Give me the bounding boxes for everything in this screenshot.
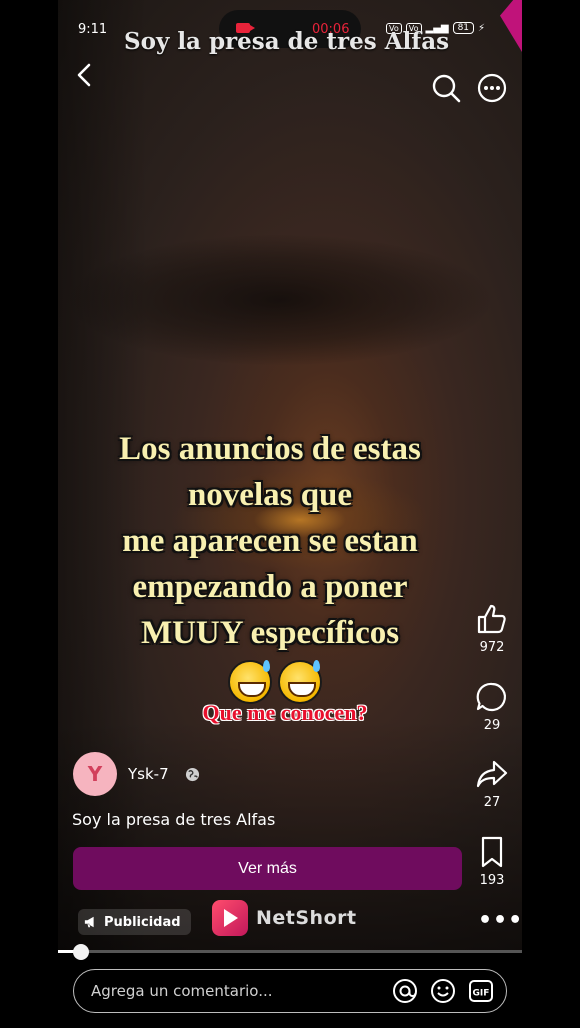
like-button[interactable]: 972 <box>470 602 514 655</box>
caption-line: novelas que <box>187 477 353 513</box>
svg-text:GIF: GIF <box>473 989 490 999</box>
video-progress-knob[interactable] <box>73 944 90 960</box>
comment-count: 29 <box>483 718 501 733</box>
ver-mas-button[interactable]: Ver más <box>73 847 462 890</box>
comment-input[interactable] <box>89 981 392 1001</box>
brand-name: NetShort <box>256 907 357 929</box>
caption-line: MUUY específicos <box>140 615 400 651</box>
sponsored-badge[interactable]: Publicidad <box>78 909 191 935</box>
video-progress-track[interactable] <box>58 950 522 953</box>
back-button[interactable] <box>72 62 98 88</box>
share-button[interactable]: 27 <box>470 757 514 810</box>
more-horizontal-icon <box>477 73 507 103</box>
thumbs-up-icon <box>477 604 506 634</box>
grinning-sweat-emoji-icon <box>278 660 322 704</box>
charging-icon: ⚡ <box>478 22 486 34</box>
globe-icon <box>185 767 200 782</box>
like-count: 972 <box>479 640 505 655</box>
grinning-sweat-emoji-icon <box>228 660 272 704</box>
save-button[interactable]: 193 <box>470 835 514 888</box>
post-description: Soy la presa de tres Alfas <box>72 810 276 829</box>
search-button[interactable] <box>430 72 462 104</box>
comment-bar: GIF <box>73 969 507 1013</box>
status-time: 9:11 <box>78 22 108 37</box>
caption-line: me aparecen se estan <box>122 523 418 559</box>
author-name[interactable]: Ysk-7 <box>128 765 169 783</box>
netshort-logo-icon <box>212 900 248 936</box>
caption-line: empezando a poner <box>132 569 408 605</box>
video-overlay-caption: Los anuncios de estas novelas que me apa… <box>70 426 470 656</box>
avatar[interactable]: Y <box>73 752 117 796</box>
search-icon <box>432 74 461 103</box>
brand-watermark: NetShort <box>212 900 357 936</box>
red-caption: Que me conocen? <box>202 700 368 725</box>
caption-line: Los anuncios de estas <box>119 431 421 467</box>
mention-icon[interactable] <box>392 978 418 1004</box>
bookmark-icon <box>481 836 503 868</box>
chevron-left-icon <box>77 63 91 87</box>
emoji-icon[interactable] <box>430 978 456 1004</box>
save-count: 193 <box>479 873 505 888</box>
share-count: 27 <box>483 795 501 810</box>
gif-icon[interactable]: GIF <box>468 978 494 1004</box>
comment-button[interactable]: 29 <box>470 680 514 733</box>
share-arrow-icon <box>476 760 508 788</box>
comment-bubble-icon <box>476 682 506 712</box>
ad-more-button[interactable]: ••• <box>478 908 523 933</box>
megaphone-icon <box>84 916 94 928</box>
more-options-button[interactable] <box>476 72 508 104</box>
video-title: Soy la presa de tres Alfas <box>124 28 450 55</box>
sponsored-label: Publicidad <box>104 914 181 930</box>
